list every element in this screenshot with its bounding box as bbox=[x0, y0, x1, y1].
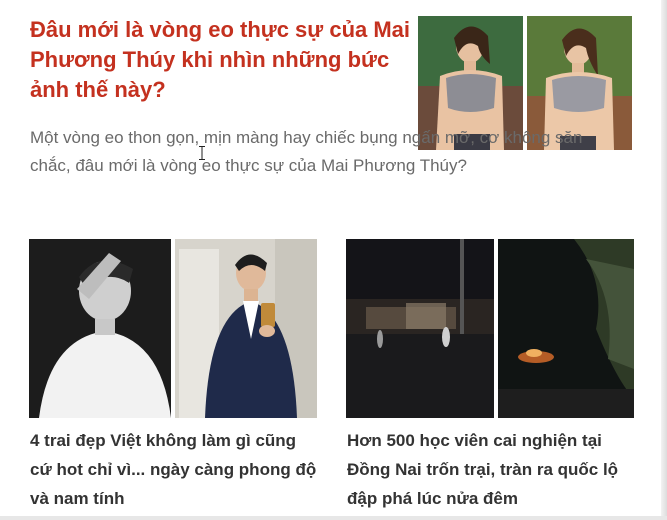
featured-title-link[interactable]: Đâu mới là vòng eo thực sự của Mai Phươn… bbox=[30, 15, 415, 105]
article-card-2-title-link[interactable]: Hơn 500 học viên cai nghiện tại Đồng Nai… bbox=[347, 426, 637, 513]
window-bottom-edge bbox=[0, 516, 667, 520]
article-card-1-thumbnail[interactable] bbox=[29, 239, 317, 418]
featured-summary: Một vòng eo thon gọn, mịn màng hay chiếc… bbox=[30, 128, 583, 175]
article-card-1-thumbnail-image bbox=[29, 239, 317, 418]
article-card-2-thumbnail-image bbox=[346, 239, 634, 418]
article-card-2-thumbnail[interactable] bbox=[346, 239, 634, 418]
article-card-1-title-link[interactable]: 4 trai đẹp Việt không làm gì cũng cứ hot… bbox=[30, 426, 320, 513]
window-edge bbox=[661, 0, 667, 520]
text-cursor-icon bbox=[199, 146, 205, 160]
